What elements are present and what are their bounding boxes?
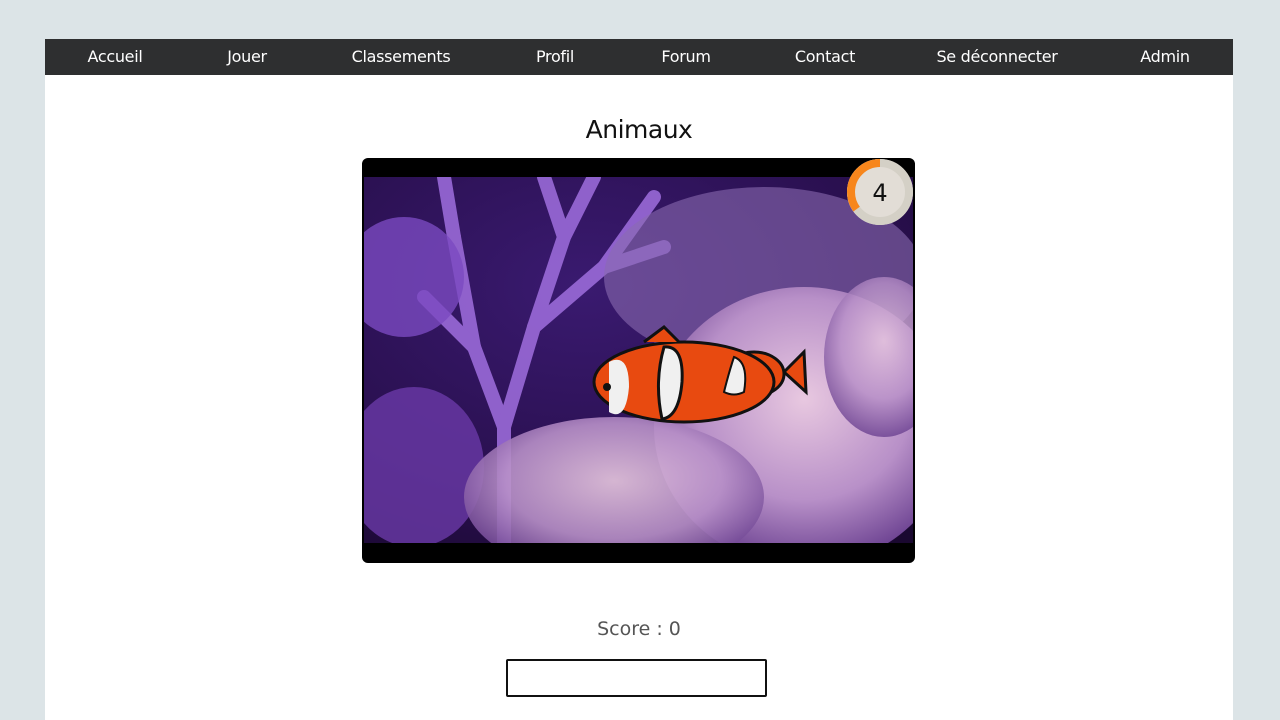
- answer-input[interactable]: [506, 659, 767, 697]
- nav-forum[interactable]: Forum: [661, 47, 711, 66]
- page: Accueil Jouer Classements Profil Forum C…: [45, 39, 1233, 720]
- nav-contact[interactable]: Contact: [795, 47, 855, 66]
- main-nav: Accueil Jouer Classements Profil Forum C…: [45, 39, 1233, 75]
- clownfish-image: [364, 177, 913, 543]
- countdown-timer: 4: [847, 159, 913, 225]
- nav-logout[interactable]: Se déconnecter: [936, 47, 1057, 66]
- timer-value: 4: [872, 179, 887, 207]
- score-label: Score : 0: [597, 618, 681, 640]
- nav-profil[interactable]: Profil: [536, 47, 574, 66]
- quiz-image-frame: [362, 158, 915, 563]
- nav-jouer[interactable]: Jouer: [227, 47, 267, 66]
- nav-classements[interactable]: Classements: [352, 47, 451, 66]
- nav-accueil[interactable]: Accueil: [87, 47, 142, 66]
- nav-admin[interactable]: Admin: [1140, 47, 1190, 66]
- category-title: Animaux: [585, 115, 693, 144]
